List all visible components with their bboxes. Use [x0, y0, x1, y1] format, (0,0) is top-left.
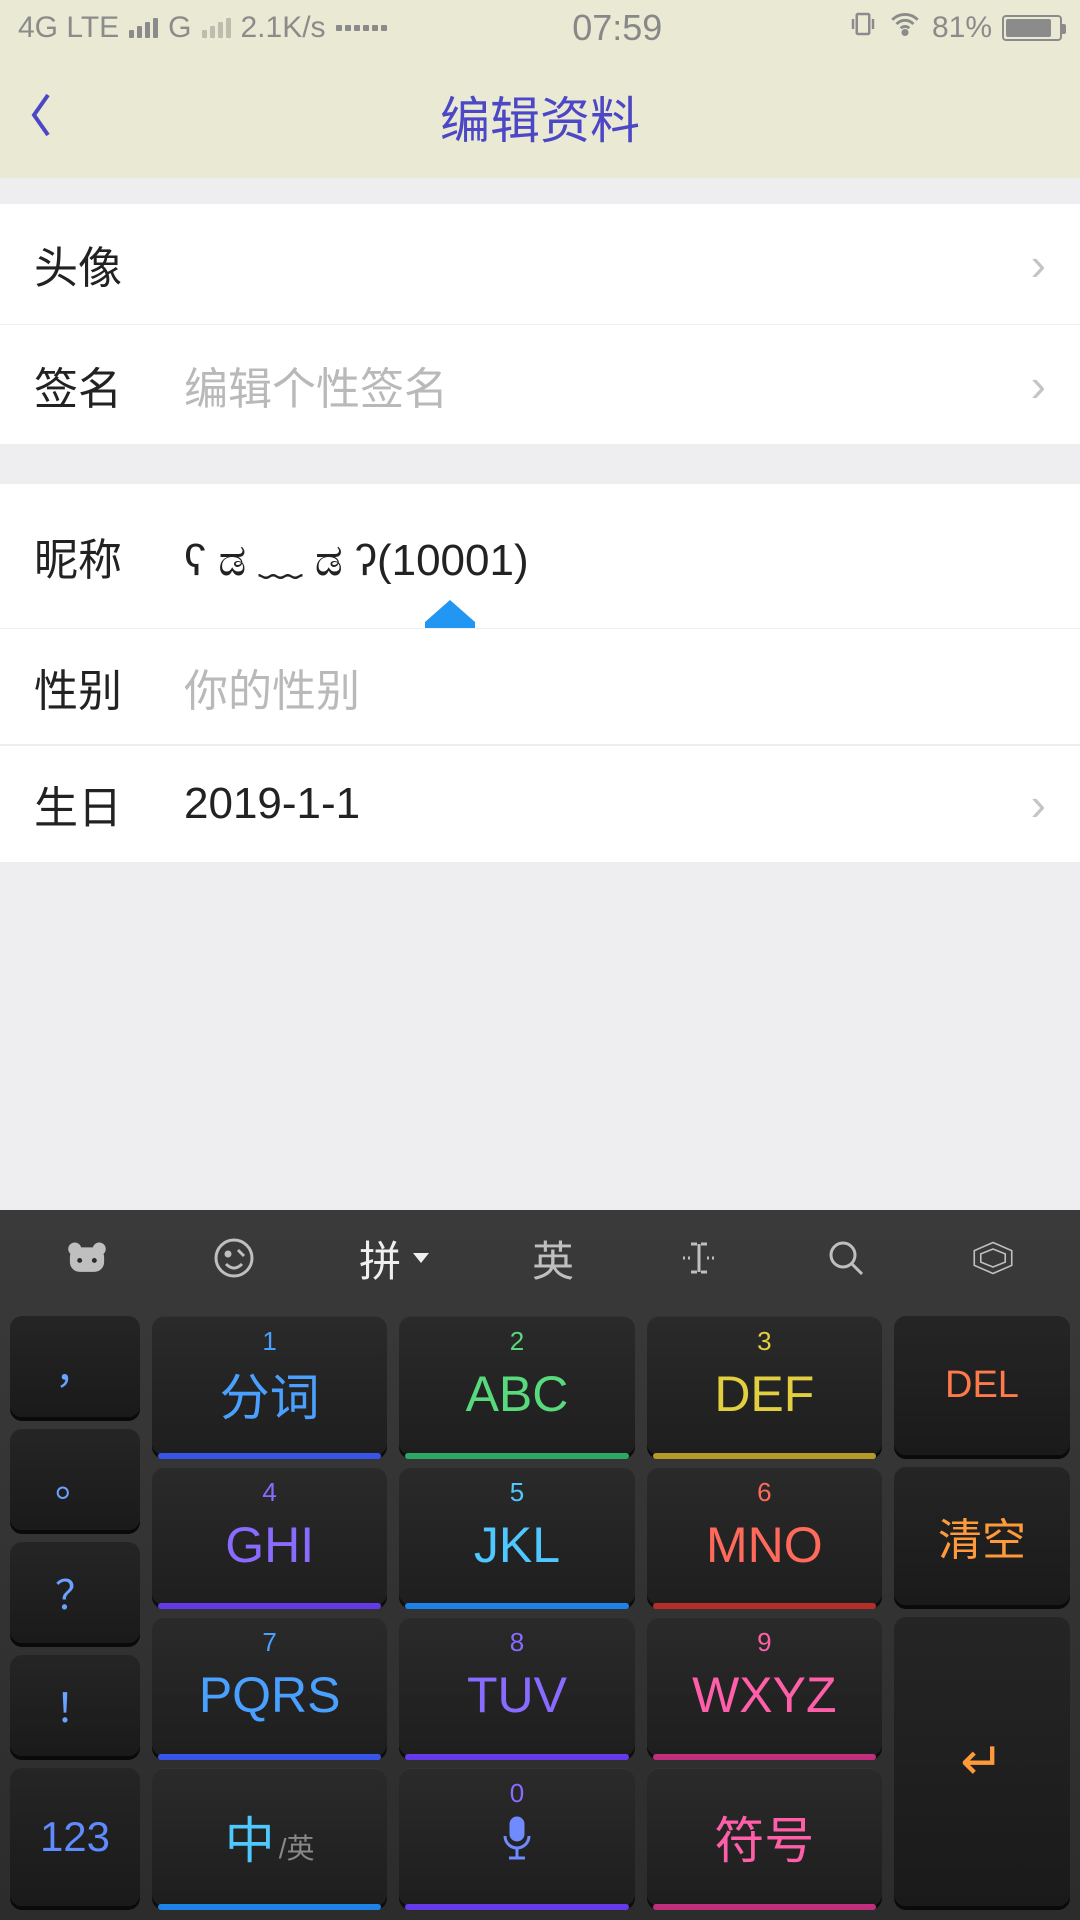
key-0-voice[interactable]: 0: [399, 1768, 634, 1907]
key-7-pqrs[interactable]: 7PQRS: [152, 1617, 387, 1756]
grid-icon: [336, 25, 387, 31]
section-gap: [0, 178, 1080, 204]
key-4-ghi[interactable]: 4GHI: [152, 1467, 387, 1606]
key-1-fenci[interactable]: 1分词: [152, 1316, 387, 1455]
nickname-value: ʕ ಡ ﹏ ಡ ʔ(10001): [184, 524, 1046, 588]
key-lang-switch[interactable]: 中/英: [152, 1768, 387, 1907]
birthday-value: 2019-1-1: [184, 779, 1031, 829]
row-avatar[interactable]: 头像 ›: [0, 204, 1080, 324]
key-123[interactable]: 123: [10, 1768, 140, 1907]
section-profile-3: 生日 2019-1-1 ›: [0, 746, 1080, 862]
chevron-right-icon: ›: [1031, 237, 1046, 291]
key-symbol[interactable]: 符号: [647, 1768, 882, 1907]
key-delete[interactable]: DEL: [894, 1316, 1070, 1455]
chevron-right-icon: ›: [1031, 777, 1046, 831]
search-icon: [824, 1236, 868, 1280]
key-exclaim[interactable]: ！: [10, 1655, 140, 1756]
key-clear[interactable]: 清空: [894, 1467, 1070, 1606]
keyboard-grid: ， 。 ？ ！ 1分词 2ABC 3DEF DEL 4GHI 5JKL 6MNO…: [0, 1306, 1080, 1920]
row-birthday[interactable]: 生日 2019-1-1 ›: [0, 746, 1080, 862]
signature-label: 签名: [34, 353, 184, 417]
key-5-jkl[interactable]: 5JKL: [399, 1467, 634, 1606]
section-gap: [0, 444, 1080, 484]
chevron-down-icon: [413, 1253, 429, 1263]
key-8-tuv[interactable]: 8TUV: [399, 1617, 634, 1756]
kb-logo-button[interactable]: [65, 1236, 109, 1280]
signal-bars-2-icon: [202, 18, 231, 38]
vibrate-icon: [848, 9, 878, 47]
chevron-right-icon: ›: [1031, 358, 1046, 412]
text-cursor-icon: [677, 1236, 721, 1280]
status-bar: 4G LTE G 2.1K/s 07:59 81%: [0, 0, 1080, 56]
kb-search-button[interactable]: [824, 1236, 868, 1280]
keyboard: 拼 英 ， 。 ？ ！ 1分词 2ABC 3DEF DEL 4GHI 5JKL …: [0, 1210, 1080, 1920]
kb-cursor-button[interactable]: [677, 1236, 721, 1280]
status-time: 07:59: [387, 7, 848, 49]
bear-logo-icon: [65, 1236, 109, 1280]
kb-brand-button[interactable]: [971, 1236, 1015, 1280]
avatar-label: 头像: [34, 232, 184, 296]
network-4g-label: 4G LTE: [18, 11, 119, 45]
chevron-left-icon: [25, 91, 55, 139]
key-9-wxyz[interactable]: 9WXYZ: [647, 1617, 882, 1756]
kb-english-button[interactable]: 英: [532, 1228, 574, 1289]
emoji-icon: [212, 1236, 256, 1280]
row-gender[interactable]: 性别 你的性别: [0, 628, 1080, 744]
section-profile-2: 昵称 ʕ ಡ ﹏ ಡ ʔ(10001) 性别 你的性别: [0, 484, 1080, 744]
key-period[interactable]: 。: [10, 1429, 140, 1530]
signal-bars-1-icon: [129, 18, 158, 38]
cooler-master-logo-icon: [971, 1236, 1015, 1280]
key-6-mno[interactable]: 6MNO: [647, 1467, 882, 1606]
enter-icon: ↵: [960, 1732, 1004, 1792]
key-question[interactable]: ？: [10, 1542, 140, 1643]
kb-left-column: ， 。 ？ ！: [10, 1316, 140, 1756]
battery-icon: [1002, 15, 1062, 41]
key-comma[interactable]: ，: [10, 1316, 140, 1417]
kb-emoji-button[interactable]: [212, 1236, 256, 1280]
data-speed: 2.1K/s: [241, 11, 326, 45]
wifi-icon: [888, 7, 922, 49]
signature-placeholder: 编辑个性签名: [184, 353, 1031, 417]
back-button[interactable]: [0, 91, 80, 144]
gender-label: 性别: [34, 655, 184, 719]
microphone-icon: [497, 1814, 537, 1862]
kb-pinyin-button[interactable]: 拼: [359, 1228, 429, 1289]
key-2-abc[interactable]: 2ABC: [399, 1316, 634, 1455]
page-header: 编辑资料: [0, 56, 1080, 178]
section-profile-1: 头像 › 签名 编辑个性签名 ›: [0, 204, 1080, 444]
key-3-def[interactable]: 3DEF: [647, 1316, 882, 1455]
keyboard-toolbar: 拼 英: [0, 1210, 1080, 1306]
page-title: 编辑资料: [80, 81, 1080, 153]
network-g-label: G: [168, 11, 191, 45]
nickname-label: 昵称: [34, 524, 184, 588]
battery-percent: 81%: [932, 11, 992, 45]
gender-placeholder: 你的性别: [184, 655, 1046, 719]
birthday-label: 生日: [34, 772, 184, 836]
key-enter[interactable]: ↵: [894, 1617, 1070, 1906]
row-nickname[interactable]: 昵称 ʕ ಡ ﹏ ಡ ʔ(10001): [0, 484, 1080, 628]
row-signature[interactable]: 签名 编辑个性签名 ›: [0, 324, 1080, 444]
